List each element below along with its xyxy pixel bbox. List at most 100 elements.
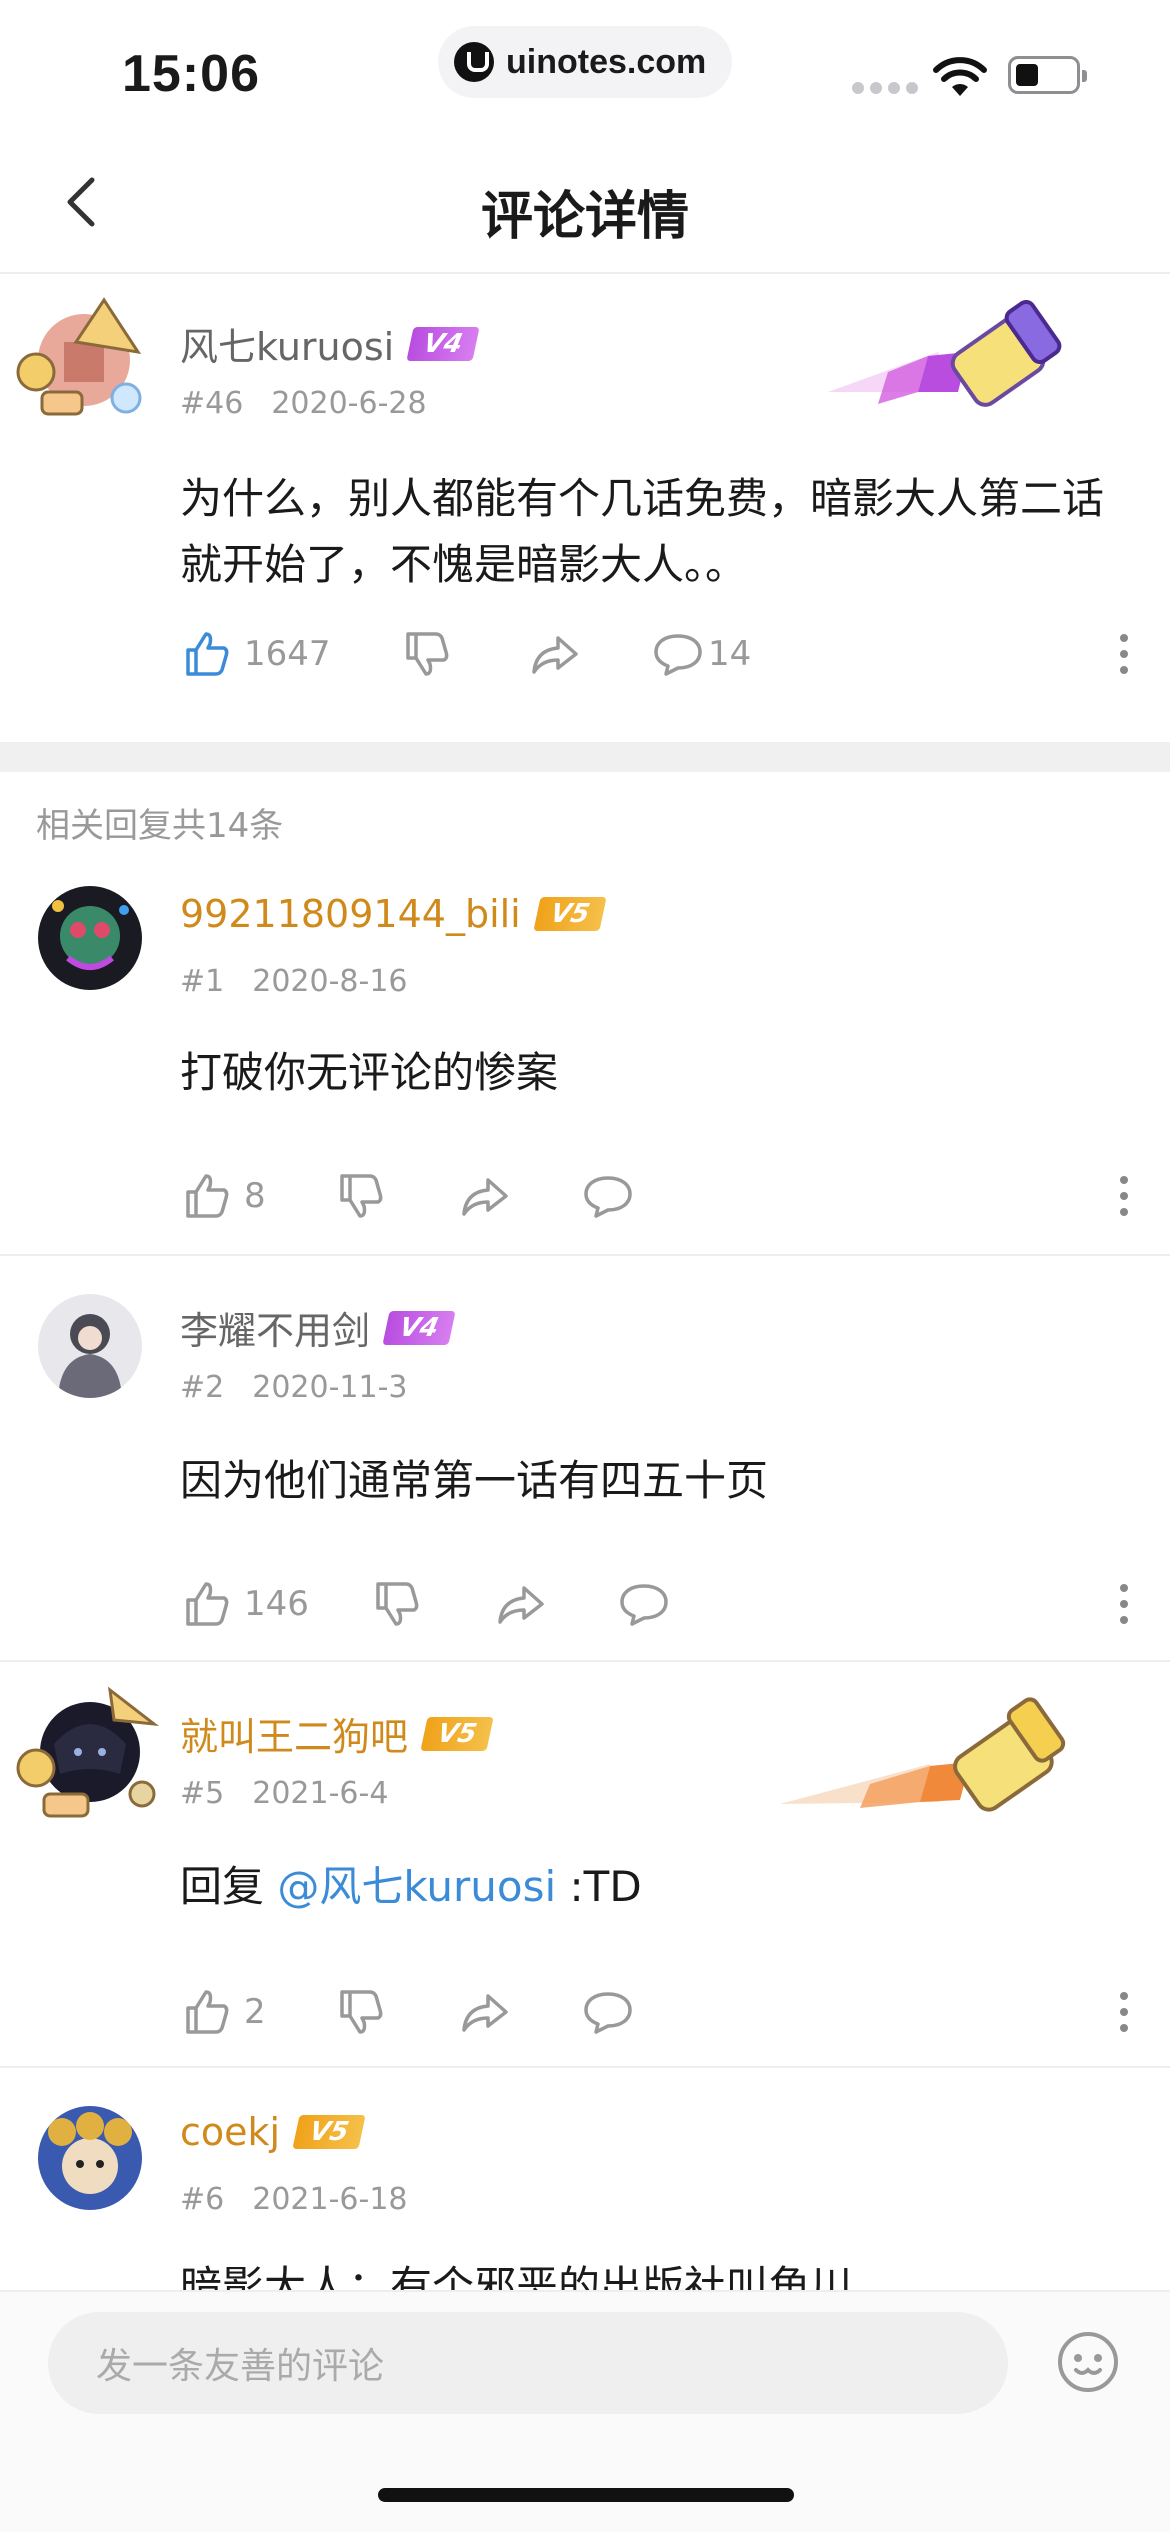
share-button[interactable] — [528, 628, 652, 680]
comment-meta: #2 2020-11-3 — [180, 1370, 408, 1405]
dislike-icon — [406, 632, 449, 676]
comment-icon — [584, 1176, 632, 1218]
reply-suffix: :TD — [556, 1862, 642, 1911]
username[interactable]: coekj — [180, 2110, 280, 2154]
comment-text: 回复 @风七kuruosi :TD — [180, 1854, 1130, 1920]
reply-button[interactable] — [582, 1986, 634, 2038]
share-icon — [462, 1994, 508, 2032]
divider — [0, 1660, 1170, 1662]
reply-button[interactable]: 14 — [652, 628, 751, 680]
share-icon — [462, 1178, 508, 1216]
share-button[interactable] — [458, 1986, 582, 2038]
divider — [0, 1254, 1170, 1256]
username[interactable]: 就叫王二狗吧 — [180, 1706, 408, 1761]
username-row: 风七kuruosi V4 — [180, 316, 481, 371]
level-badge: V5 — [533, 897, 607, 931]
username-row: 99211809144_bili V5 — [180, 892, 607, 936]
avatar-image — [38, 886, 142, 990]
battery-icon — [1008, 56, 1087, 94]
divider — [0, 2066, 1170, 2068]
avatar[interactable] — [38, 886, 142, 990]
like-button[interactable]: 146 — [180, 1578, 370, 1630]
avatar-image — [38, 2106, 142, 2210]
avatar[interactable] — [14, 1684, 164, 1824]
reply-item: 就叫王二狗吧 V5 #5 2021-6-4 回复 @风七kuruosi :TD 2 — [0, 1684, 1170, 2066]
mention-link[interactable]: @风七kuruosi — [277, 1862, 556, 1911]
like-count: 8 — [244, 1176, 266, 1216]
comment-text: 为什么，别人都能有个几话免费，暗影大人第二话就开始了，不愧是暗影大人。。 — [180, 474, 1105, 589]
floor-number: #1 — [180, 964, 225, 999]
comment-date: 2020-8-16 — [252, 964, 408, 999]
avatar[interactable] — [38, 1294, 142, 1398]
section-separator — [0, 742, 1170, 772]
reply-button[interactable] — [618, 1578, 670, 1630]
page-title: 评论详情 — [480, 187, 689, 247]
comment-meta: #46 2020-6-28 — [180, 386, 427, 421]
reply-section-label: 相关回复共14条 — [36, 806, 284, 846]
floor-number: #2 — [180, 1370, 225, 1405]
avatar-frame-icon — [16, 1686, 160, 1818]
avatar[interactable] — [38, 2106, 142, 2210]
comment-meta: #1 2020-8-16 — [180, 964, 408, 999]
like-button[interactable]: 1647 — [180, 628, 400, 680]
paintbrush-decoration-icon — [780, 1697, 1066, 1812]
dislike-button[interactable] — [370, 1578, 494, 1630]
username-row: 李耀不用剑 V4 — [180, 1300, 456, 1355]
comment-actions: 1647 14 — [180, 624, 751, 684]
like-count: 146 — [244, 1584, 309, 1624]
reply-prefix: 回复 — [180, 1862, 278, 1911]
paintbrush-decoration-icon — [828, 299, 1062, 407]
avatar-frame-icon — [16, 297, 142, 416]
username-row: coekj V5 — [180, 2110, 366, 2154]
floor-number: #5 — [180, 1776, 225, 1811]
home-indicator — [378, 2488, 794, 2502]
more-icon[interactable] — [1112, 1982, 1136, 2042]
share-button[interactable] — [458, 1170, 582, 1222]
username[interactable]: 风七kuruosi — [180, 316, 394, 371]
like-count: 2 — [244, 1992, 266, 2032]
dislike-button[interactable] — [334, 1170, 458, 1222]
like-button[interactable]: 8 — [180, 1170, 334, 1222]
level-badge: V4 — [382, 1310, 456, 1345]
more-icon[interactable] — [1112, 624, 1136, 684]
comment-icon — [620, 1584, 668, 1626]
comment-date: 2020-11-3 — [252, 1370, 408, 1405]
dislike-button[interactable] — [400, 628, 528, 680]
like-button[interactable]: 2 — [180, 1986, 334, 2038]
emoji-icon[interactable] — [1056, 2330, 1120, 2394]
comment-date: 2021-6-18 — [252, 2182, 408, 2217]
username[interactable]: 李耀不用剑 — [180, 1300, 370, 1355]
comment-date: 2021-6-4 — [252, 1776, 389, 1811]
reply-item: 99211809144_bili V5 #1 2020-8-16 打破你无评论的惨… — [0, 870, 1170, 1252]
url-pill[interactable]: uinotes.com — [438, 26, 732, 98]
wifi-icon — [933, 57, 987, 96]
share-icon — [498, 1586, 544, 1624]
reply-button[interactable] — [582, 1170, 634, 1222]
dislike-icon — [340, 1990, 383, 2034]
comment-actions: 2 — [180, 1982, 634, 2042]
comment-actions: 8 — [180, 1166, 634, 1226]
like-count: 1647 — [244, 634, 331, 674]
like-icon — [186, 1582, 229, 1626]
site-logo-icon — [454, 42, 494, 82]
dislike-icon — [340, 1174, 383, 1218]
level-badge: V5 — [420, 1716, 494, 1751]
comment-meta: #5 2021-6-4 — [180, 1776, 388, 1811]
status-bar: 15:06 uinotes.com — [0, 0, 1170, 130]
comment-meta: #6 2021-6-18 — [180, 2182, 408, 2217]
comment-text: 暗影大人：有个邪恶的出版社叫角川 — [180, 2262, 853, 2290]
dislike-button[interactable] — [334, 1986, 458, 2038]
comment-actions: 146 — [180, 1574, 670, 1634]
dislike-icon — [376, 1582, 419, 1626]
signal-icon — [852, 82, 918, 94]
more-icon[interactable] — [1112, 1166, 1136, 1226]
reply-item: 李耀不用剑 V4 #2 2020-11-3 因为他们通常第一话有四五十页 146 — [0, 1278, 1170, 1658]
more-icon[interactable] — [1112, 1574, 1136, 1634]
comment-icon — [584, 1992, 632, 2034]
status-time: 15:06 — [122, 45, 260, 103]
share-button[interactable] — [494, 1578, 618, 1630]
username[interactable]: 99211809144_bili — [180, 892, 521, 936]
level-badge: V4 — [406, 326, 481, 361]
avatar[interactable] — [14, 292, 144, 422]
comment-input[interactable]: 发一条友善的评论 — [48, 2312, 1008, 2414]
